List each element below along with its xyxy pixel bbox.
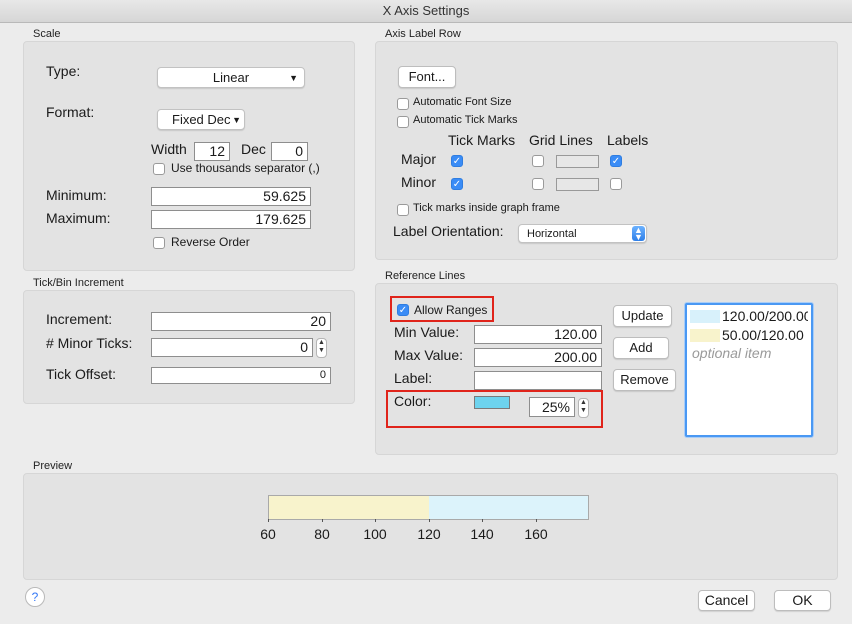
label-field-label: Label:: [394, 370, 433, 386]
automatic-font-size-checkbox[interactable]: [397, 98, 409, 110]
minor-ticks-input[interactable]: 0: [151, 338, 313, 357]
reverse-order-label: Reverse Order: [171, 235, 250, 249]
allow-ranges-label: Allow Ranges: [414, 303, 488, 317]
tick-marks-column-header: Tick Marks: [448, 132, 516, 148]
increment-input[interactable]: 20: [151, 312, 331, 331]
major-grid-lines-checkbox[interactable]: [532, 155, 544, 167]
window-title: X Axis Settings: [0, 0, 852, 23]
tick-label: 120: [417, 526, 441, 542]
major-tick-marks-checkbox[interactable]: ✓: [451, 155, 463, 167]
major-grid-color-swatch[interactable]: [556, 155, 599, 168]
add-button[interactable]: Add: [613, 337, 669, 359]
tick-label: 140: [470, 526, 494, 542]
font-button[interactable]: Font...: [398, 66, 456, 88]
tick-mark: [322, 519, 323, 522]
max-value-input[interactable]: 200.00: [474, 348, 602, 367]
scale-group-title: Scale: [33, 28, 61, 40]
chevron-down-icon: ▼: [289, 73, 298, 83]
minor-tick-marks-checkbox[interactable]: ✓: [451, 178, 463, 190]
tick-marks-inside-checkbox[interactable]: [397, 204, 409, 216]
reference-lines-list[interactable]: 120.00/200.00 50.00/120.00 optional item: [685, 303, 813, 437]
axis-label-group-title: Axis Label Row: [385, 28, 461, 40]
dec-label: Dec: [241, 141, 266, 157]
tick-marks-inside-label: Tick marks inside graph frame: [413, 202, 560, 214]
automatic-tick-marks-checkbox[interactable]: [397, 116, 409, 128]
list-item-swatch: [690, 310, 720, 323]
maximum-input[interactable]: 179.625: [151, 210, 311, 229]
format-popup[interactable]: Fixed Dec ▼: [157, 109, 245, 130]
thousands-checkbox[interactable]: [153, 163, 165, 175]
minor-row-label: Minor: [401, 174, 437, 190]
color-label: Color:: [394, 393, 432, 409]
width-input[interactable]: 12: [194, 142, 230, 161]
tick-mark: [268, 519, 269, 522]
tick-mark: [429, 519, 430, 522]
minor-ticks-label: # Minor Ticks:: [46, 335, 133, 351]
minor-grid-lines-checkbox[interactable]: [532, 178, 544, 190]
width-label: Width: [151, 141, 187, 157]
tick-mark: [375, 519, 376, 522]
tick-label: 160: [524, 526, 548, 542]
maximum-label: Maximum:: [46, 210, 111, 226]
allow-ranges-checkbox[interactable]: ✓: [397, 304, 409, 316]
format-popup-value: Fixed Dec: [172, 112, 231, 127]
grid-lines-column-header: Grid Lines: [529, 132, 593, 148]
increment-label: Increment:: [46, 311, 113, 327]
thousands-label: Use thousands separator (,): [171, 161, 320, 175]
minor-grid-color-swatch[interactable]: [556, 178, 599, 191]
minor-labels-checkbox[interactable]: [610, 178, 622, 190]
automatic-tick-marks-label: Automatic Tick Marks: [413, 114, 518, 126]
automatic-font-size-label: Automatic Font Size: [413, 96, 512, 108]
list-item-text: 120.00/200.00: [722, 309, 808, 324]
preview-group-title: Preview: [33, 460, 73, 472]
label-orientation-value: Horizontal: [527, 228, 577, 240]
optional-item-placeholder: optional item: [692, 345, 772, 361]
format-label: Format:: [46, 104, 95, 120]
chevron-down-icon: ▼: [232, 115, 241, 125]
label-orientation-label: Label Orientation:: [393, 223, 504, 239]
list-item-swatch: [690, 329, 720, 342]
major-labels-checkbox[interactable]: ✓: [610, 155, 622, 167]
tick-label: 60: [260, 526, 276, 542]
major-row-label: Major: [401, 151, 437, 167]
tick-label: 80: [314, 526, 330, 542]
labels-column-header: Labels: [607, 132, 649, 148]
update-button[interactable]: Update: [613, 305, 672, 327]
minimum-input[interactable]: 59.625: [151, 187, 311, 206]
type-label: Type:: [46, 63, 81, 79]
cancel-button[interactable]: Cancel: [698, 590, 755, 611]
label-input[interactable]: [474, 371, 602, 390]
percent-input[interactable]: 25%: [529, 397, 575, 417]
minimum-label: Minimum:: [46, 187, 107, 203]
percent-stepper[interactable]: ▲ ▼: [578, 398, 589, 418]
list-item-text: 50.00/120.00: [722, 328, 804, 343]
tick-group-title: Tick/Bin Increment: [33, 277, 124, 289]
list-item[interactable]: 50.00/120.00: [690, 328, 808, 344]
minor-ticks-stepper[interactable]: ▲ ▼: [316, 338, 327, 358]
type-popup[interactable]: Linear ▼: [157, 67, 305, 88]
remove-button[interactable]: Remove: [613, 369, 676, 391]
type-popup-value: Linear: [212, 70, 250, 85]
min-value-label: Min Value:: [394, 324, 460, 340]
tick-offset-label: Tick Offset:: [46, 366, 117, 382]
chevron-up-down-icon: ▲ ▼: [632, 226, 645, 242]
list-item[interactable]: 120.00/200.00: [690, 309, 808, 325]
preview-range-second: [429, 496, 588, 519]
reference-lines-group-title: Reference Lines: [385, 270, 466, 282]
reverse-order-checkbox[interactable]: [153, 237, 165, 249]
tick-offset-input[interactable]: 0: [151, 367, 331, 384]
tick-label: 100: [363, 526, 387, 542]
tick-mark: [536, 519, 537, 522]
min-value-input[interactable]: 120.00: [474, 325, 602, 344]
max-value-label: Max Value:: [394, 347, 463, 363]
preview-axis-frame: [268, 495, 589, 520]
label-orientation-popup[interactable]: Horizontal ▲ ▼: [518, 224, 647, 243]
help-button[interactable]: ?: [25, 587, 45, 607]
preview-range-first: [269, 496, 429, 519]
tick-mark: [482, 519, 483, 522]
ok-button[interactable]: OK: [774, 590, 831, 611]
color-swatch[interactable]: [474, 396, 510, 409]
dec-input[interactable]: 0: [271, 142, 308, 161]
